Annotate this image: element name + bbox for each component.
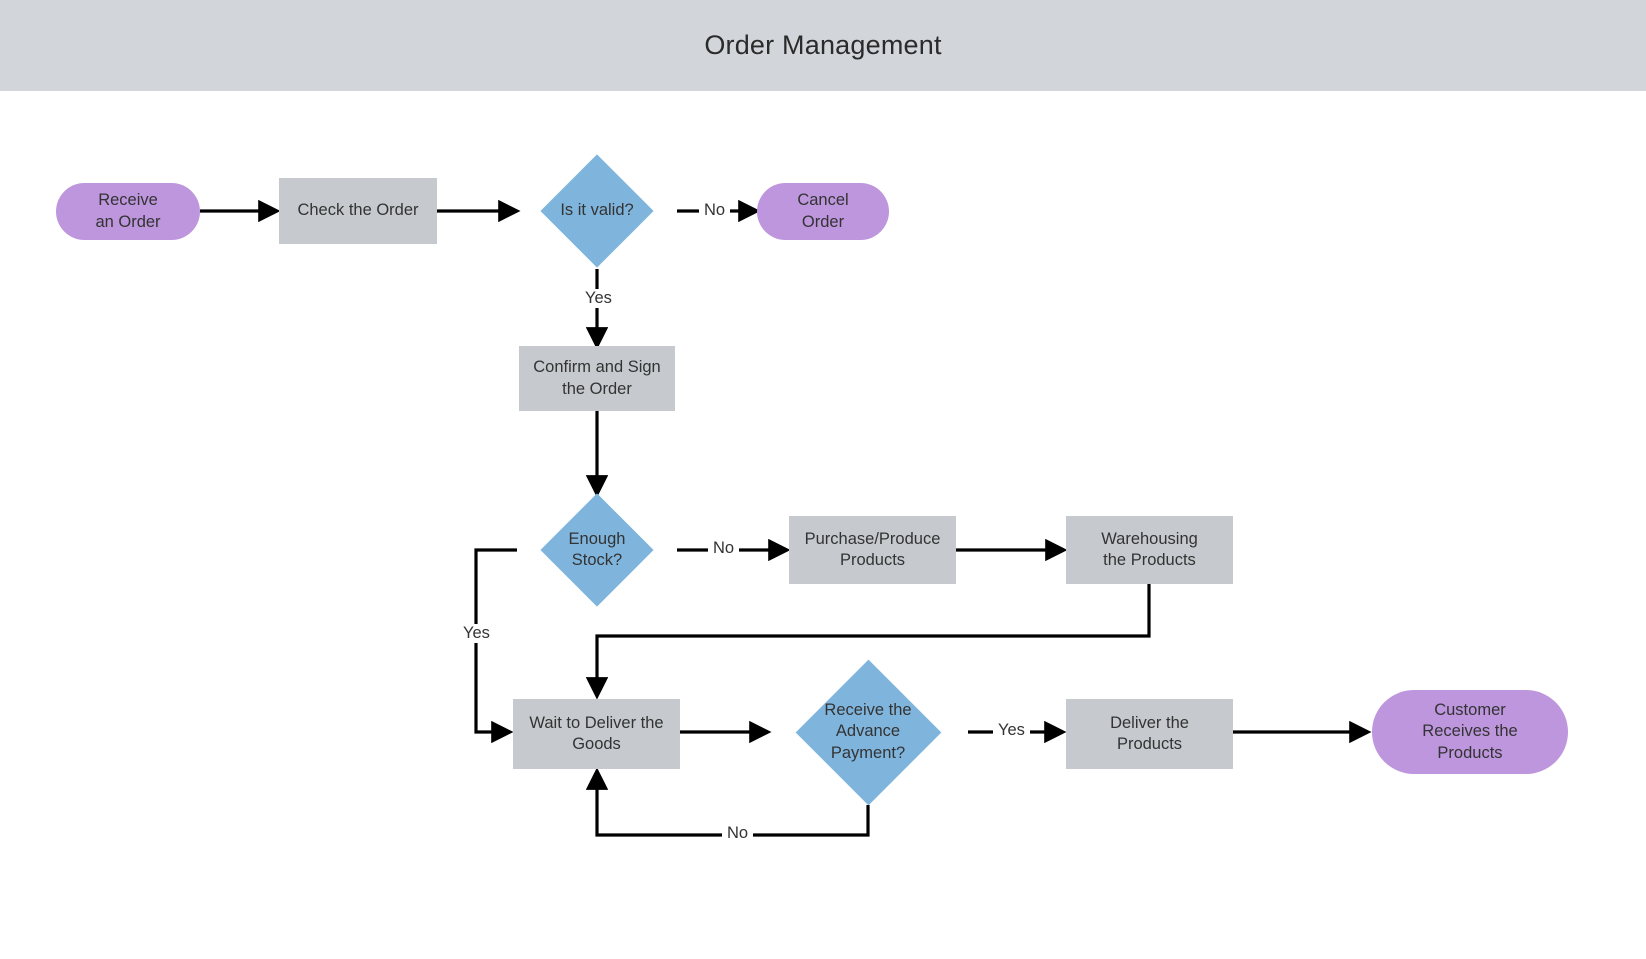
node-label: Enough Stock? bbox=[568, 529, 626, 569]
node-label: Receive an Order bbox=[95, 191, 161, 231]
node-label: Purchase/Produce Products bbox=[804, 529, 941, 569]
node-label: Is it valid? bbox=[560, 201, 634, 220]
edge-label-valid-no: No bbox=[699, 201, 731, 220]
page-title: Order Management bbox=[704, 30, 942, 60]
diagram-canvas[interactable]: Receive an Order Check the Order Is it v… bbox=[0, 91, 1646, 959]
node-cancel-order[interactable]: Cancel Order bbox=[757, 183, 889, 240]
node-wait-to-deliver-the-goods[interactable]: Wait to Deliver the Goods bbox=[513, 699, 680, 769]
node-check-the-order[interactable]: Check the Order bbox=[279, 178, 437, 244]
node-warehousing-the-products[interactable]: Warehousing the Products bbox=[1066, 516, 1233, 584]
node-label: Customer Receives the Products bbox=[1422, 700, 1518, 762]
node-receive-the-advance-payment[interactable]: Receive the Advance Payment? bbox=[768, 659, 968, 805]
node-label: Receive the Advance Payment? bbox=[824, 700, 912, 762]
node-enough-stock[interactable]: Enough Stock? bbox=[517, 493, 677, 607]
edge-label-stock-no: No bbox=[708, 539, 740, 558]
edge-label-valid-yes: Yes bbox=[580, 289, 617, 308]
flowchart-page: Order Management Receive an Order Check … bbox=[0, 0, 1646, 959]
node-label: Confirm and Sign the Order bbox=[533, 358, 661, 398]
node-is-it-valid[interactable]: Is it valid? bbox=[517, 154, 677, 268]
edge-label-stock-yes: Yes bbox=[458, 624, 495, 643]
node-label: Check the Order bbox=[297, 201, 419, 220]
edge-label-payment-yes: Yes bbox=[993, 721, 1030, 740]
node-confirm-and-sign-the-order[interactable]: Confirm and Sign the Order bbox=[519, 346, 675, 411]
node-label: Deliver the Products bbox=[1110, 713, 1189, 753]
node-label: Cancel Order bbox=[797, 191, 849, 231]
node-receive-an-order[interactable]: Receive an Order bbox=[56, 183, 200, 240]
node-purchase-produce-products[interactable]: Purchase/Produce Products bbox=[789, 516, 956, 584]
edge-label-payment-no: No bbox=[722, 824, 754, 843]
node-label: Warehousing the Products bbox=[1101, 529, 1198, 569]
node-label: Wait to Deliver the Goods bbox=[529, 713, 664, 753]
node-deliver-the-products[interactable]: Deliver the Products bbox=[1066, 699, 1233, 769]
title-bar: Order Management bbox=[0, 0, 1646, 91]
node-customer-receives-the-products[interactable]: Customer Receives the Products bbox=[1372, 690, 1568, 774]
